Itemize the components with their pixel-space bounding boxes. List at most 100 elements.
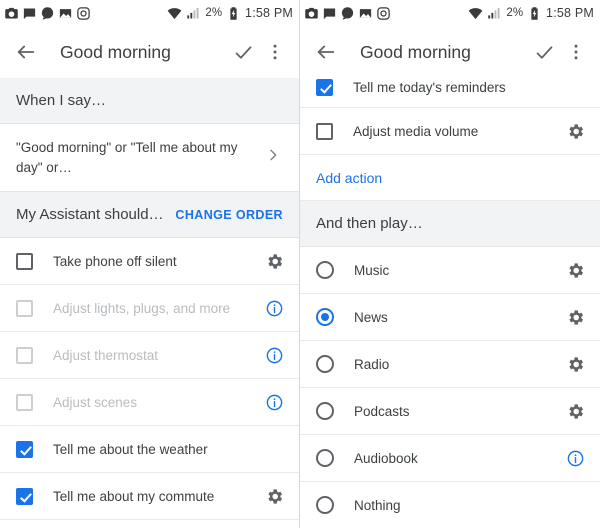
battery-charging-icon — [226, 6, 241, 21]
action-label: Tell me today's reminders — [353, 80, 506, 95]
row-trailing-empty — [564, 82, 586, 104]
play-option-label: Nothing — [354, 497, 401, 513]
instagram-icon — [376, 6, 391, 21]
app-bar-left: Good morning — [0, 26, 299, 78]
action-row-commute[interactable]: Tell me about my commute — [0, 473, 299, 521]
gear-icon[interactable] — [564, 306, 586, 328]
status-bar-left: 2% 1:58 PM — [0, 0, 299, 26]
checkbox[interactable] — [16, 487, 33, 505]
message-icon — [22, 6, 37, 21]
more-vertical-icon[interactable] — [562, 38, 590, 66]
action-label: Tell me about my commute — [53, 488, 215, 504]
check-icon[interactable] — [229, 38, 257, 66]
action-label: Adjust lights, plugs, and more — [53, 300, 231, 316]
instagram-icon — [76, 6, 91, 21]
checkbox[interactable] — [16, 346, 33, 364]
play-option-radio[interactable]: Radio — [300, 341, 600, 388]
gear-icon[interactable] — [263, 250, 285, 272]
radio-button[interactable] — [316, 402, 334, 420]
more-vertical-icon[interactable] — [261, 38, 289, 66]
when-i-say-header: When I say… — [0, 78, 299, 124]
action-row-adjust-scenes[interactable]: Adjust scenes — [0, 379, 299, 427]
checkbox[interactable] — [16, 440, 33, 458]
left-screen: 2% 1:58 PM Good morning When I say… "Goo… — [0, 0, 300, 528]
radio-button[interactable] — [316, 355, 334, 373]
and-then-play-title: And then play… — [316, 215, 423, 232]
info-icon[interactable] — [263, 344, 285, 366]
play-option-podcasts[interactable]: Podcasts — [300, 388, 600, 435]
app-bar-right: Good morning — [300, 26, 600, 78]
action-row-media-volume[interactable]: Adjust media volume — [300, 108, 600, 155]
status-notification-icons — [304, 6, 468, 21]
status-system-icons: 2% 1:58 PM — [468, 6, 594, 21]
action-row-take-phone-off-silent[interactable]: Take phone off silent — [0, 238, 299, 286]
checkbox[interactable] — [316, 122, 333, 140]
checkbox[interactable] — [16, 252, 33, 270]
gear-icon[interactable] — [564, 353, 586, 375]
add-action-label: Add action — [316, 169, 383, 186]
change-order-button[interactable]: CHANGE ORDER — [175, 208, 283, 222]
play-option-news[interactable]: News — [300, 294, 600, 341]
dual-screenshot: 2% 1:58 PM Good morning When I say… "Goo… — [0, 0, 600, 528]
action-label: Adjust media volume — [353, 123, 479, 139]
action-row-reminders[interactable]: Tell me today's reminders — [300, 78, 600, 108]
wifi-icon — [167, 6, 182, 21]
trigger-phrase-row[interactable]: "Good morning" or "Tell me about my day"… — [0, 124, 299, 193]
radio-button[interactable] — [316, 261, 334, 279]
action-row-adjust-thermostat[interactable]: Adjust thermostat — [0, 332, 299, 380]
battery-charging-icon — [527, 6, 542, 21]
and-then-play-header: And then play… — [300, 201, 600, 247]
back-arrow-icon[interactable] — [312, 38, 340, 66]
photo-icon — [358, 6, 373, 21]
trigger-phrase-text: "Good morning" or "Tell me about my day"… — [16, 140, 238, 175]
assistant-should-title: My Assistant should… — [16, 206, 164, 224]
action-label: Adjust thermostat — [53, 347, 159, 363]
right-screen: 2% 1:58 PM Good morning Tell me today's … — [300, 0, 600, 528]
gear-icon[interactable] — [263, 485, 285, 507]
info-icon[interactable] — [263, 391, 285, 413]
wifi-icon — [468, 6, 483, 21]
action-row-weather[interactable]: Tell me about the weather — [0, 426, 299, 474]
info-icon[interactable] — [564, 447, 586, 469]
info-icon[interactable] — [263, 297, 285, 319]
radio-button[interactable] — [316, 308, 334, 326]
check-icon[interactable] — [530, 38, 558, 66]
checkbox[interactable] — [316, 79, 333, 96]
play-option-label: News — [354, 309, 388, 325]
play-option-nothing[interactable]: Nothing — [300, 482, 600, 528]
assistant-should-header: My Assistant should… CHANGE ORDER — [0, 192, 299, 239]
play-option-label: Audiobook — [354, 450, 418, 466]
radio-button[interactable] — [316, 449, 334, 467]
cell-signal-icon — [186, 6, 201, 21]
action-row-calendar[interactable]: Tell me about today's calendar — [0, 520, 299, 528]
gear-icon[interactable] — [564, 400, 586, 422]
row-trailing-empty — [263, 438, 285, 460]
page-title: Good morning — [360, 41, 471, 62]
status-system-icons: 2% 1:58 PM — [167, 6, 293, 21]
play-option-label: Music — [354, 262, 390, 278]
checkbox[interactable] — [16, 393, 33, 411]
action-label: Take phone off silent — [53, 253, 177, 269]
radio-button[interactable] — [316, 496, 334, 514]
play-option-music[interactable]: Music — [300, 247, 600, 294]
message-icon — [322, 6, 337, 21]
checkbox[interactable] — [16, 299, 33, 317]
chevron-right-icon — [265, 147, 283, 168]
play-option-label: Radio — [354, 356, 390, 372]
back-arrow-icon[interactable] — [12, 38, 40, 66]
action-row-adjust-lights[interactable]: Adjust lights, plugs, and more — [0, 285, 299, 333]
action-label: Tell me about the weather — [53, 441, 208, 457]
action-label: Adjust scenes — [53, 394, 138, 410]
play-option-audiobook[interactable]: Audiobook — [300, 435, 600, 482]
play-option-label: Podcasts — [354, 403, 410, 419]
right-content: Tell me today's reminders Adjust media v… — [300, 78, 600, 528]
camera-icon — [304, 6, 319, 21]
gear-icon[interactable] — [564, 259, 586, 281]
gear-icon[interactable] — [564, 120, 586, 142]
cell-signal-icon — [487, 6, 502, 21]
status-notification-icons — [4, 6, 167, 21]
camera-icon — [4, 6, 19, 21]
add-action-button[interactable]: Add action — [300, 155, 600, 201]
row-trailing-empty — [564, 494, 586, 516]
status-clock: 1:58 PM — [546, 6, 594, 20]
